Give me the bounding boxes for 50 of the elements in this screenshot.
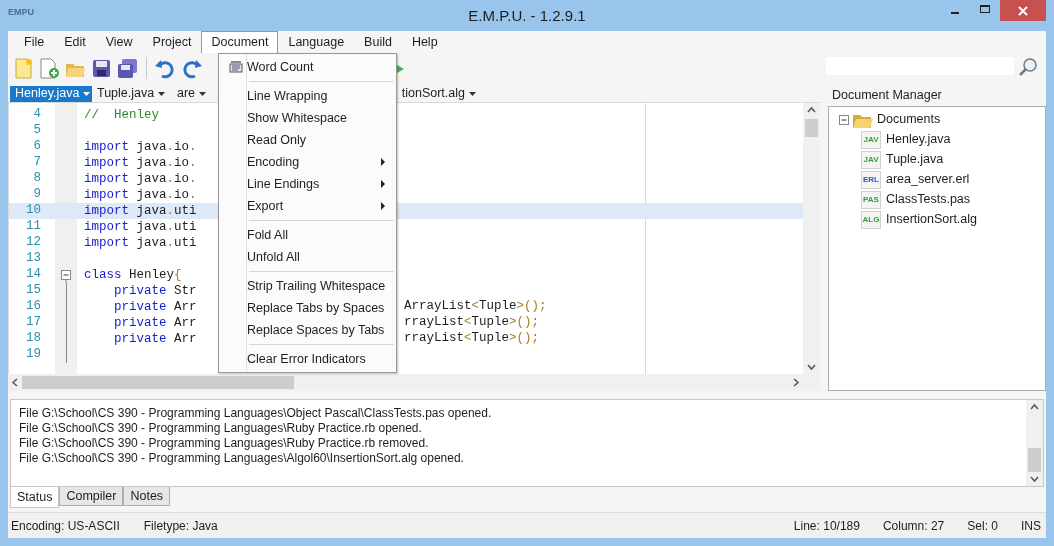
file-type-label: JAV (863, 155, 879, 164)
code-line: import java.uti (84, 236, 197, 250)
status-text: INS (1021, 517, 1041, 535)
code-line: import java.io. (84, 156, 197, 170)
line-number: 14 (25, 266, 41, 284)
code-line: private Arr (113, 300, 197, 314)
code-line: private Arr (113, 316, 197, 330)
file-type-label: JAV (863, 135, 879, 144)
file-type-label: PAS (863, 195, 879, 204)
status-text: Filetype: Java (143, 517, 218, 535)
line-number: 7 (32, 154, 41, 172)
line-number: 8 (32, 170, 41, 188)
line-number: 12 (25, 234, 41, 252)
line-number: 10 (25, 202, 41, 220)
code-line: import java.io. (84, 188, 197, 202)
code-line: import java.uti (84, 204, 197, 218)
line-number: 16 (25, 298, 41, 316)
code-line: class Henley{ (84, 268, 182, 282)
file-type-label: ERL (863, 175, 879, 184)
code-line: private Arr (113, 332, 197, 346)
code-line: // Henley (84, 108, 159, 122)
code-line: import java.io. (84, 140, 197, 154)
status-text: Sel: 0 (967, 517, 998, 535)
log-line: File G:\School\CS 390 - Programming Languages\Object Pascal\ClassTests.pas opened. (19, 405, 493, 420)
code-line: private Str (113, 284, 197, 298)
status-text: Encoding: US-ASCII (11, 517, 120, 535)
status-text: Line: 10/189 (793, 517, 860, 535)
app-logo: EMPU (8, 8, 34, 17)
line-number: 6 (32, 138, 41, 156)
code-line: rrayList<Tuple>(); (404, 330, 540, 348)
file-type-label: ALG (862, 215, 880, 224)
code-line: import java.io. (84, 172, 197, 186)
log-line: File G:\School\CS 390 - Programming Languages\Ruby Practice.rb removed. (19, 435, 430, 450)
line-number: 17 (25, 314, 41, 332)
code-line: ArrayList<Tuple>(); (404, 298, 547, 316)
line-number: 13 (25, 250, 41, 268)
log-line: File G:\School\CS 390 - Programming Languages\Algol60\InsertionSort.alg opened. (19, 450, 465, 465)
line-number: 15 (25, 282, 41, 300)
log-line: File G:\School\CS 390 - Programming Languages\Ruby Practice.rb opened. (19, 420, 423, 435)
line-number: 5 (32, 122, 41, 140)
panel-title: Document Manager (831, 87, 943, 105)
line-number: 11 (25, 218, 41, 236)
code-line: rrayList<Tuple>(); (404, 314, 540, 332)
line-number: 4 (32, 106, 41, 124)
status-text: Column: 27 (882, 517, 945, 535)
line-number: 19 (25, 346, 41, 364)
window-title: E.M.P.U. - 1.2.9.1 (468, 6, 586, 26)
line-number: 9 (32, 186, 41, 204)
line-number: 18 (25, 330, 41, 348)
code-line: import java.uti (84, 220, 197, 234)
